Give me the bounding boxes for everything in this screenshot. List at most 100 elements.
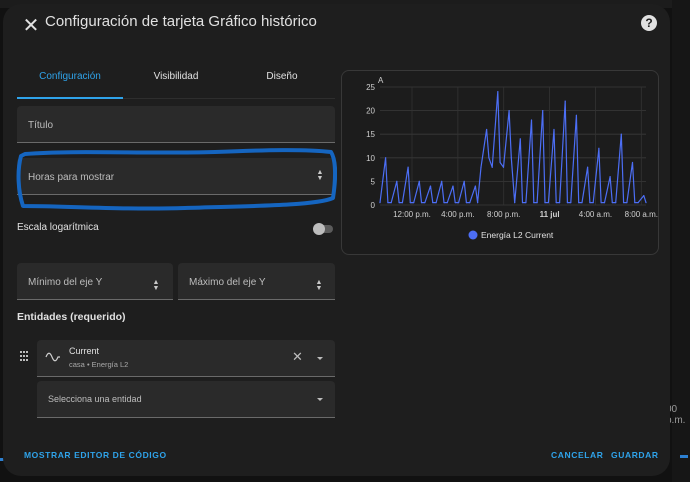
data-point — [465, 202, 468, 204]
data-point — [634, 202, 636, 204]
data-point — [626, 202, 628, 204]
blue-highlight-annotation — [16, 148, 337, 211]
data-point — [530, 119, 533, 121]
data-point — [424, 202, 426, 204]
sine-wave-icon — [45, 352, 60, 362]
tab-visibility[interactable]: Visibilidad — [123, 60, 229, 98]
data-point — [544, 202, 546, 204]
data-point — [570, 202, 572, 204]
data-point — [401, 202, 404, 204]
data-point — [454, 202, 456, 204]
data-point — [396, 180, 398, 182]
y-tick-label: 5 — [371, 177, 376, 186]
data-point — [514, 202, 516, 204]
history-graph-chart: 0 5 10 15 20 25 12:00 p.m. 4:00 p.m. 8:00 p.m. 11… — [366, 76, 658, 240]
data-point — [387, 202, 389, 204]
data-point — [385, 157, 387, 159]
data-point — [615, 202, 617, 204]
show-code-editor-button[interactable]: MOSTRAR EDITOR DE CÓDIGO — [24, 450, 167, 460]
cancel-button[interactable]: CANCELAR — [551, 450, 604, 460]
data-point — [420, 202, 423, 204]
title-field[interactable]: Título — [17, 106, 335, 143]
entities-heading: Entidades (requerido) — [17, 311, 126, 323]
data-point — [441, 180, 443, 182]
data-point — [446, 202, 448, 204]
x-tick-label: 8:00 a.m. — [625, 210, 658, 219]
data-point — [542, 110, 544, 112]
entity-picker[interactable]: Selecciona una entidad — [37, 381, 335, 418]
close-icon[interactable]: ✕ — [19, 14, 43, 38]
background-accent-mark — [680, 455, 688, 458]
data-point — [645, 202, 647, 204]
data-point — [631, 161, 634, 164]
data-point — [499, 161, 501, 164]
chevron-down-icon[interactable] — [317, 398, 323, 401]
y-axis-min-field[interactable]: Mínimo del eje Y ▲ ▼ — [17, 263, 173, 300]
data-point — [491, 166, 493, 168]
data-point — [525, 202, 527, 204]
data-point — [622, 202, 625, 204]
data-point — [457, 202, 460, 204]
data-point — [409, 202, 411, 204]
y-axis-max-field[interactable]: Máximo del eje Y ▲ ▼ — [178, 263, 335, 300]
x-tick-label: 12:00 p.m. — [393, 210, 431, 219]
legend-label: Energía L2 Current — [481, 230, 554, 240]
entity-row[interactable]: Current casa • Energía L2 ✕ — [37, 340, 335, 377]
chevron-down-icon[interactable] — [317, 357, 323, 360]
data-point — [443, 202, 445, 204]
data-point — [609, 176, 611, 178]
data-point — [435, 202, 437, 204]
data-point — [477, 202, 479, 204]
data-point — [581, 202, 583, 204]
log-scale-toggle[interactable] — [313, 223, 333, 235]
x-tick-label: 4:00 p.m. — [441, 210, 474, 219]
y-tick-label: 15 — [366, 130, 375, 139]
toggle-thumb — [313, 223, 325, 235]
entity-name: Current — [69, 346, 100, 356]
editor-tabs: Configuración Visibilidad Diseño — [17, 60, 335, 99]
save-button[interactable]: GUARDAR — [611, 450, 659, 460]
data-point — [480, 166, 482, 168]
data-point — [432, 202, 434, 204]
data-point — [474, 185, 477, 187]
y-tick-label: 10 — [366, 154, 375, 163]
help-circle-icon[interactable]: ? — [641, 15, 657, 31]
drag-handle-icon[interactable] — [20, 351, 28, 361]
active-tab-indicator — [17, 97, 123, 99]
data-point — [611, 202, 613, 204]
data-point — [558, 202, 561, 204]
data-point — [603, 202, 606, 204]
number-stepper-icon[interactable]: ▲ ▼ — [151, 279, 161, 292]
data-point — [519, 138, 521, 140]
title-field-label: Título — [28, 120, 54, 131]
entity-device: Energía L2 — [91, 360, 129, 369]
data-point — [566, 202, 569, 204]
data-point — [589, 202, 591, 204]
data-point — [587, 166, 589, 168]
data-point — [600, 202, 602, 204]
y-max-label: Máximo del eje Y — [189, 277, 266, 288]
data-point — [390, 202, 392, 204]
data-point — [398, 202, 400, 204]
x-tick-label: 8:00 p.m. — [487, 210, 520, 219]
clear-icon[interactable]: ✕ — [292, 350, 303, 364]
data-point — [497, 91, 499, 93]
data-point — [637, 202, 639, 204]
data-point — [429, 185, 432, 187]
entity-context: casa • Energía L2 — [69, 360, 128, 369]
number-stepper-icon[interactable]: ▲ ▼ — [314, 279, 324, 292]
series-line — [379, 91, 647, 204]
tab-configuration[interactable]: Configuración — [17, 60, 123, 98]
card-config-dialog: ✕ Configuración de tarjeta Gráfico histó… — [3, 4, 670, 476]
data-point — [620, 133, 622, 135]
data-point — [578, 202, 580, 204]
legend-swatch — [468, 230, 478, 240]
y-axis-label: A — [378, 76, 384, 85]
data-point — [564, 100, 566, 102]
data-point — [598, 147, 600, 149]
data-point — [469, 202, 471, 204]
card-preview: 0 5 10 15 20 25 12:00 p.m. 4:00 p.m. 8:00 p.m. 11… — [341, 70, 659, 255]
data-point — [521, 202, 524, 204]
tab-layout[interactable]: Diseño — [229, 60, 335, 98]
data-point — [547, 202, 549, 204]
